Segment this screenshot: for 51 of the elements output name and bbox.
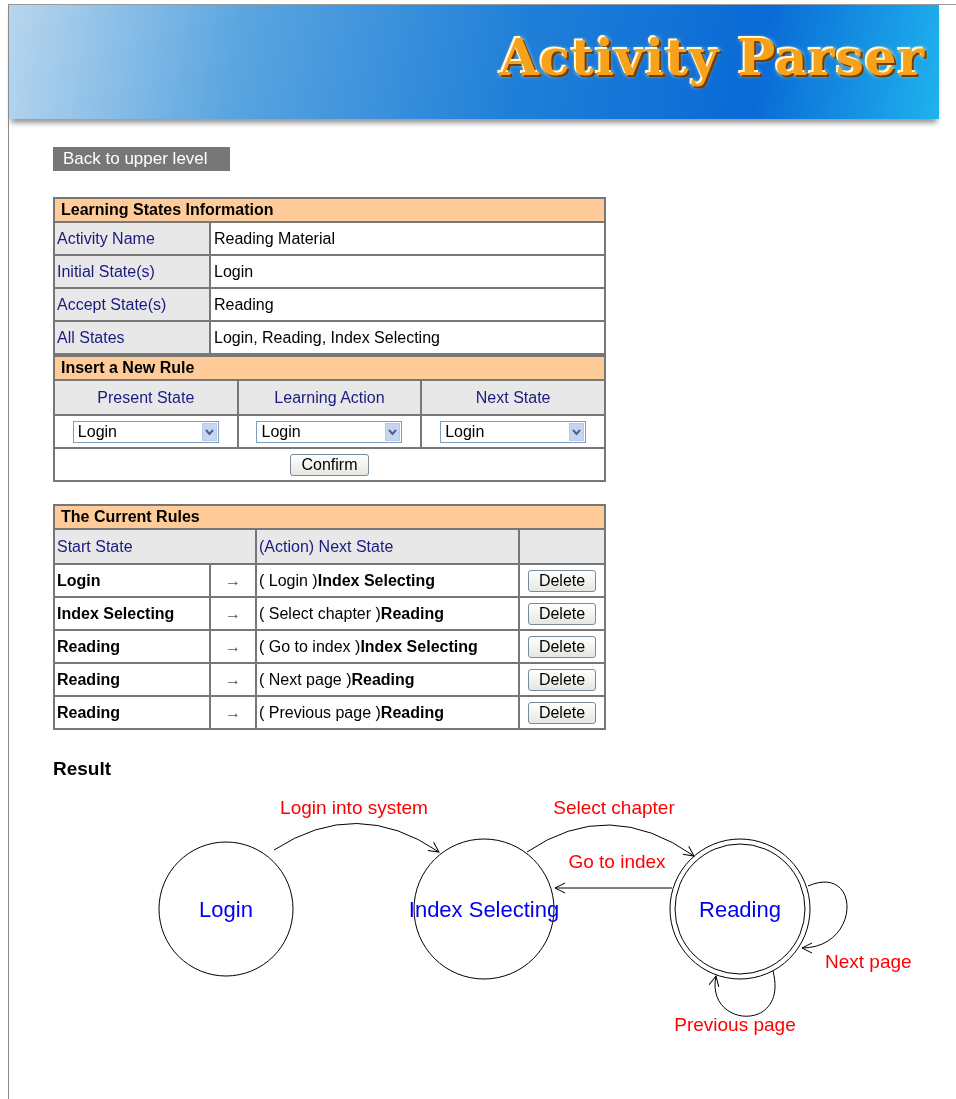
state-label: Reading [699,897,781,922]
arrow-cell: → [210,696,256,729]
column-header: Start State [54,529,256,564]
back-button[interactable]: Back to upper level [53,147,230,171]
field-label: All States [54,321,210,354]
start-state: Reading [54,696,210,729]
state-label: Login [199,897,253,922]
state-dropdown[interactable]: Login [440,420,587,443]
start-state: Login [54,564,210,597]
arrow-cell: → [210,597,256,630]
state-label: Index Selecting [408,897,560,922]
delete-button[interactable]: Delete [527,569,597,592]
delete-button[interactable]: Delete [527,701,597,724]
arrow-cell: → [210,630,256,663]
transition-label: Login into system [280,797,428,818]
transition-label: Previous page [674,1014,796,1035]
field-label: Activity Name [54,222,210,255]
field-value: Reading [210,288,605,321]
arrow-cell: → [210,564,256,597]
arrow-cell: → [210,663,256,696]
result-heading: Result [53,758,113,780]
action-next-state: ( Go to index )Index Selecting [256,630,519,663]
banner-title: Activity Parser [499,27,925,87]
transition-label: Next page [825,951,912,972]
action-next-state: ( Previous page )Reading [256,696,519,729]
action-next-state: ( Login )Index Selecting [256,564,519,597]
confirm-button[interactable]: Confirm [290,453,369,476]
delete-button[interactable]: Delete [527,602,597,625]
delete-button[interactable]: Delete [527,668,597,691]
transition-label: Select chapter [553,797,675,818]
section-header: Insert a New Rule [54,356,605,380]
delete-button[interactable]: Delete [527,635,597,658]
field-label: Accept State(s) [54,288,210,321]
start-state: Reading [54,663,210,696]
transition-label: Go to index [568,851,666,872]
field-value: Login [210,255,605,288]
section-header: The Current Rules [54,505,605,529]
action-next-state: ( Next page )Reading [256,663,519,696]
field-label: Initial State(s) [54,255,210,288]
state-dropdown[interactable]: Login [256,420,403,443]
state-dropdown[interactable]: Login [72,420,219,443]
start-state: Reading [54,630,210,663]
column-header: Present State [54,380,238,415]
action-next-state: ( Select chapter )Reading [256,597,519,630]
section-header: Learning States Information [54,198,605,222]
column-header: Learning Action [237,380,422,415]
start-state: Index Selecting [54,597,210,630]
column-header: (Action) Next State [256,529,519,564]
field-value: Login, Reading, Index Selecting [210,321,605,354]
column-header: Next State [421,380,605,415]
field-value: Reading Material [210,222,605,255]
